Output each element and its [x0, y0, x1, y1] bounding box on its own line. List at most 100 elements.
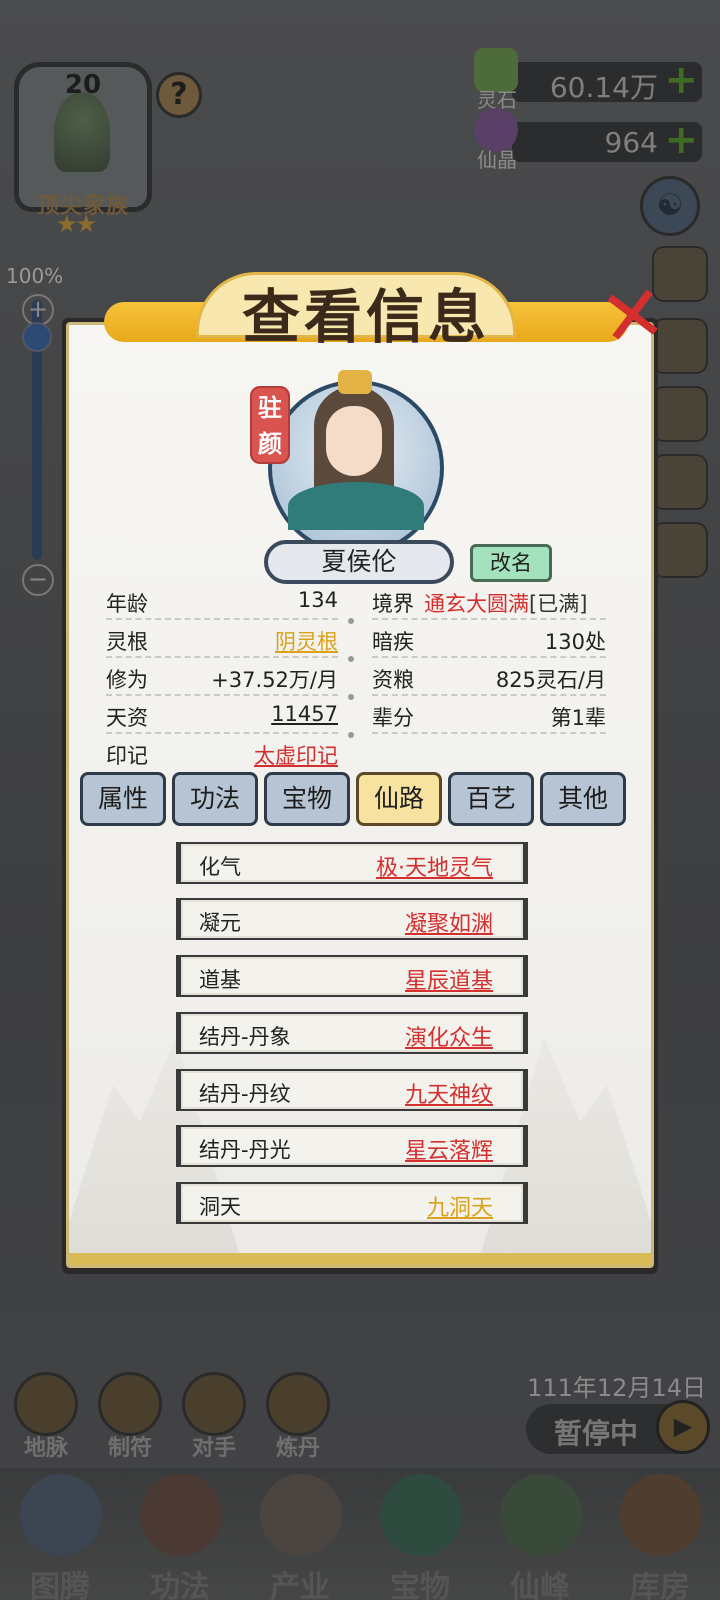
nav-storehouse[interactable]: 库房 [600, 1468, 720, 1600]
modal-bottom-border [69, 1253, 651, 1265]
talent-link[interactable]: 11457 [271, 702, 338, 726]
nav-techniques[interactable]: 功法 [120, 1468, 240, 1600]
info-key: 灵根 [106, 630, 148, 654]
spirit-root-link[interactable]: 阴灵根 [275, 626, 338, 656]
dock-leyline[interactable]: 地脉 [10, 1372, 82, 1472]
seal-char-1: 驻 [258, 394, 282, 422]
gate-icon [182, 1372, 246, 1436]
path-stage: 结丹-丹象 [199, 1025, 291, 1049]
pause-button[interactable]: 暂停中 ▶ [526, 1400, 710, 1454]
tab-crafts[interactable]: 百艺 [448, 772, 534, 826]
info-row-mark: 印记 太虚印记 [106, 736, 338, 772]
play-icon[interactable]: ▶ [656, 1400, 710, 1454]
info-row-root: 灵根 阴灵根 [106, 622, 338, 658]
dock-talisman[interactable]: 制符 [94, 1372, 166, 1472]
mini-dock: 地脉 制符 对手 炼丹 [10, 1372, 350, 1472]
rename-button[interactable]: 改名 [470, 544, 552, 582]
info-key: 修为 [106, 668, 148, 692]
immortal-crystal-counter: 仙晶 964 + [474, 108, 702, 172]
nav-peaks[interactable]: 仙峰 [480, 1468, 600, 1600]
totem-icon [20, 1474, 102, 1556]
divider-dot [348, 732, 354, 738]
info-value: 第1辈 [550, 706, 606, 730]
realm-value: 通玄大圆满 [424, 592, 529, 616]
immortal-crystal-label: 仙晶 [477, 148, 517, 172]
list-item: 道基 星辰道基 [176, 955, 528, 997]
dock-alchemy[interactable]: 炼丹 [262, 1372, 334, 1472]
tab-immortal-path[interactable]: 仙路 [356, 772, 442, 826]
mark-link[interactable]: 太虚印记 [254, 740, 338, 770]
path-stage: 洞天 [199, 1195, 241, 1219]
add-spirit-stone-button[interactable]: + [664, 60, 698, 100]
bottom-navigation: 图腾 功法 产业 宝物 仙峰 库房 [0, 1468, 720, 1600]
dock-rivals[interactable]: 对手 [178, 1372, 250, 1472]
spirit-stone-value: 60.14万 [549, 71, 658, 104]
nav-label: 库房 [630, 1570, 690, 1600]
list-item: 化气 极·天地灵气 [176, 842, 528, 884]
tab-techniques[interactable]: 功法 [172, 772, 258, 826]
info-key: 境界 [372, 592, 414, 616]
realm-suffix: [已满] [529, 592, 588, 616]
talisman-icon [98, 1372, 162, 1436]
path-result-link[interactable]: 九天神纹 [405, 1077, 493, 1109]
info-value: 134 [297, 588, 338, 612]
info-row-cultivation: 修为 +37.52万/月 [106, 660, 338, 696]
list-item: 结丹-丹纹 九天神纹 [176, 1069, 528, 1111]
path-stage: 化气 [199, 855, 241, 879]
info-value: 通玄大圆满[已满] [424, 588, 587, 618]
zoom-out-button[interactable]: − [22, 564, 54, 596]
peak-icon [500, 1474, 582, 1556]
info-row-ailment: 暗疾 130处 [372, 622, 606, 658]
list-item: 洞天 九洞天 [176, 1182, 528, 1224]
path-result-link[interactable]: 极·天地灵气 [376, 850, 493, 882]
nav-totem[interactable]: 图腾 [0, 1468, 120, 1600]
path-result-link[interactable]: 星云落辉 [405, 1133, 493, 1165]
modal-title-banner: 查看信息 [96, 268, 636, 352]
info-value: 825灵石/月 [495, 668, 606, 692]
dock-label: 对手 [191, 1436, 236, 1461]
path-result-link[interactable]: 凝聚如渊 [405, 906, 493, 938]
spirit-stone-counter: 灵石 60.14万 + [474, 48, 702, 112]
mountain-icon [260, 1474, 342, 1556]
add-immortal-crystal-button[interactable]: + [664, 120, 698, 160]
close-button[interactable]: ✕ [593, 268, 672, 366]
avatar-crown-icon [338, 370, 372, 394]
yin-yang-icon[interactable]: ☯ [640, 176, 700, 236]
nav-label: 功法 [150, 1570, 210, 1600]
divider-dot [348, 656, 354, 662]
path-result-link[interactable]: 九洞天 [427, 1190, 493, 1222]
side-menu-chest-icon[interactable] [652, 522, 708, 578]
nav-industry[interactable]: 产业 [240, 1468, 360, 1600]
furnace-icon [266, 1372, 330, 1436]
path-result-link[interactable]: 星辰道基 [405, 963, 493, 995]
path-result-link[interactable]: 演化众生 [405, 1020, 493, 1052]
tab-attributes[interactable]: 属性 [80, 772, 166, 826]
info-row-age: 年龄 134 [106, 584, 338, 620]
family-badge[interactable]: 20 顶尖家族 ★★ [14, 62, 152, 238]
nav-label: 宝物 [390, 1570, 450, 1600]
zoom-percent: 100% [6, 264, 64, 288]
nav-treasures[interactable]: 宝物 [360, 1468, 480, 1600]
zoom-slider-knob[interactable] [22, 322, 52, 352]
list-item: 结丹-丹象 演化众生 [176, 1012, 528, 1054]
help-button[interactable]: ? [156, 72, 202, 118]
info-key: 天资 [106, 706, 148, 730]
family-tree-icon [54, 92, 110, 172]
nav-label: 产业 [270, 1570, 330, 1600]
info-key: 暗疾 [372, 630, 414, 654]
family-stars: ★★ [56, 210, 97, 238]
divider-dot [348, 618, 354, 624]
tab-treasures[interactable]: 宝物 [264, 772, 350, 826]
info-key: 辈分 [372, 706, 414, 730]
family-level: 20 [64, 70, 102, 100]
path-stage: 凝元 [199, 911, 241, 935]
list-item: 凝元 凝聚如渊 [176, 898, 528, 940]
side-menu-manual-icon[interactable] [652, 454, 708, 510]
game-date: 111年12月14日 [527, 1374, 706, 1402]
side-menu-gourd-icon[interactable] [652, 386, 708, 442]
info-row-generation: 辈分 第1辈 [372, 698, 606, 734]
dragon-icon [14, 1372, 78, 1436]
tab-other[interactable]: 其他 [540, 772, 626, 826]
divider-dot [348, 694, 354, 700]
status-seal: 驻 颜 [250, 386, 290, 464]
